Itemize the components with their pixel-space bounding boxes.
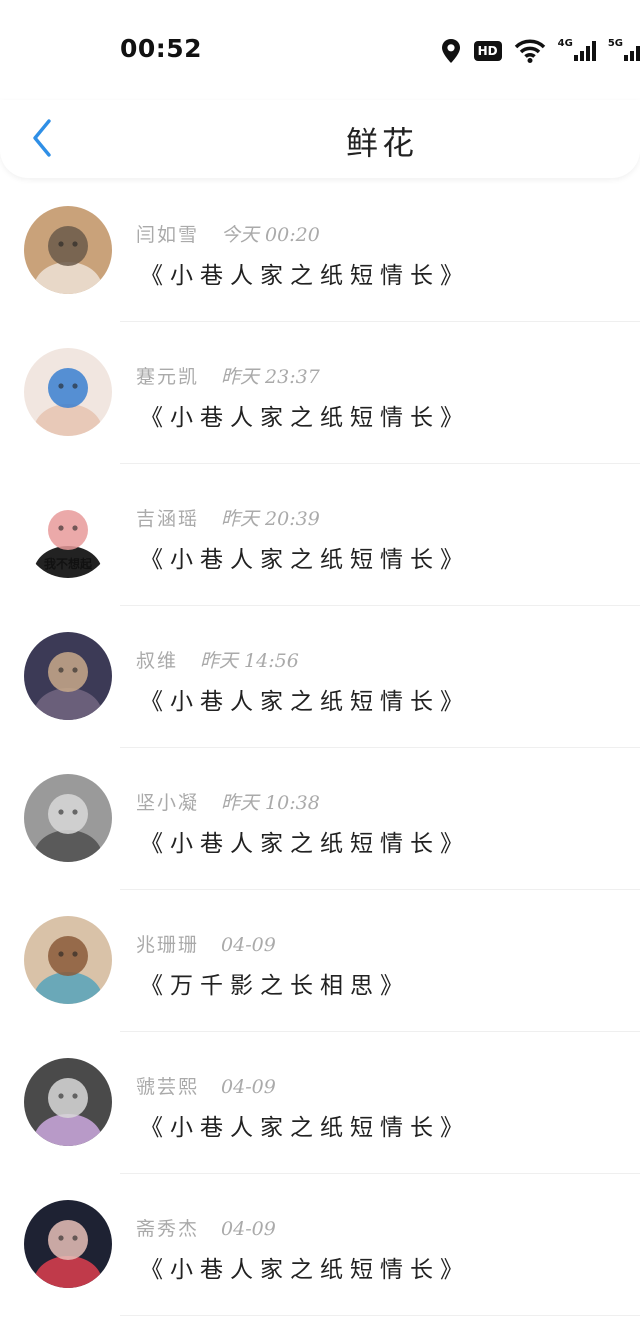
avatar[interactable]	[24, 1058, 112, 1146]
sender-name: 坚小凝	[136, 792, 200, 814]
avatar[interactable]	[24, 1200, 112, 1288]
message-title: 《小巷人家之纸短情长》	[140, 1115, 470, 1141]
message-timestamp: 04-09	[221, 1076, 276, 1098]
list-item[interactable]: 闫如雪 今天 00:20 《小巷人家之纸短情长》	[0, 180, 640, 322]
sender-meta: 叔维 昨天 14:56	[136, 646, 299, 673]
list-item[interactable]: 我不想起 吉涵瑶 昨天 20:39 《小巷人家之纸短情长》	[0, 464, 640, 606]
sender-meta: 虢芸熙 04-09	[136, 1072, 276, 1099]
sender-meta: 吉涵瑶 昨天 20:39	[136, 504, 320, 531]
message-title: 《万千影之长相思》	[140, 973, 410, 999]
sender-meta: 坚小凝 昨天 10:38	[136, 788, 320, 815]
message-timestamp: 今天 00:20	[221, 224, 320, 246]
row-divider	[120, 1315, 640, 1316]
signal-4g-icon: 4G	[558, 38, 596, 61]
list-item[interactable]: 兆珊珊 04-09 《万千影之长相思》	[0, 890, 640, 1032]
signal-5g-icon: 5G	[608, 38, 640, 61]
message-title: 《小巷人家之纸短情长》	[140, 689, 470, 715]
sender-meta: 兆珊珊 04-09	[136, 930, 276, 957]
sender-name: 斋秀杰	[136, 1218, 200, 1240]
list-item[interactable]: 叔维 昨天 14:56 《小巷人家之纸短情长》	[0, 606, 640, 748]
message-timestamp: 昨天 10:38	[221, 792, 320, 814]
message-list[interactable]: 闫如雪 今天 00:20 《小巷人家之纸短情长》 蹇元凯 昨天 23:37 《小巷人家之纸…	[0, 180, 640, 1316]
message-title: 《小巷人家之纸短情长》	[140, 547, 470, 573]
avatar[interactable]: 我不想起	[24, 490, 112, 578]
avatar[interactable]	[24, 916, 112, 1004]
list-item[interactable]: 斋秀杰 04-09 《小巷人家之纸短情长》	[0, 1174, 640, 1316]
list-item[interactable]: 虢芸熙 04-09 《小巷人家之纸短情长》	[0, 1032, 640, 1174]
avatar-caption: 我不想起	[44, 556, 93, 571]
wifi-icon	[514, 39, 546, 63]
sender-name: 兆珊珊	[136, 934, 200, 956]
sender-meta: 闫如雪 今天 00:20	[136, 220, 320, 247]
status-bar: 00:52 HD 4G 5G	[0, 0, 640, 100]
list-item[interactable]: 蹇元凯 昨天 23:37 《小巷人家之纸短情长》	[0, 322, 640, 464]
nav-header: 鲜花	[0, 100, 640, 178]
sender-name: 蹇元凯	[136, 366, 200, 388]
message-timestamp: 昨天 14:56	[200, 650, 299, 672]
avatar[interactable]	[24, 348, 112, 436]
message-title: 《小巷人家之纸短情长》	[140, 405, 470, 431]
message-title: 《小巷人家之纸短情长》	[140, 831, 470, 857]
message-timestamp: 04-09	[221, 934, 276, 956]
message-title: 《小巷人家之纸短情长》	[140, 263, 470, 289]
sender-name: 虢芸熙	[136, 1076, 200, 1098]
message-timestamp: 昨天 20:39	[221, 508, 320, 530]
sender-meta: 斋秀杰 04-09	[136, 1214, 276, 1241]
sender-name: 吉涵瑶	[136, 508, 200, 530]
message-timestamp: 昨天 23:37	[221, 366, 320, 388]
avatar[interactable]	[24, 206, 112, 294]
list-item[interactable]: 坚小凝 昨天 10:38 《小巷人家之纸短情长》	[0, 748, 640, 890]
avatar[interactable]	[24, 632, 112, 720]
sender-name: 叔维	[136, 650, 179, 672]
message-timestamp: 04-09	[221, 1218, 276, 1240]
status-time: 00:52	[120, 34, 203, 63]
hd-icon: HD	[473, 41, 502, 61]
message-title: 《小巷人家之纸短情长》	[140, 1257, 470, 1283]
status-icons: HD 4G 5G	[428, 36, 640, 66]
page-title: 鲜花	[345, 124, 418, 162]
avatar[interactable]	[24, 774, 112, 862]
sender-name: 闫如雪	[136, 224, 200, 246]
location-icon	[440, 38, 462, 64]
sender-meta: 蹇元凯 昨天 23:37	[136, 362, 320, 389]
